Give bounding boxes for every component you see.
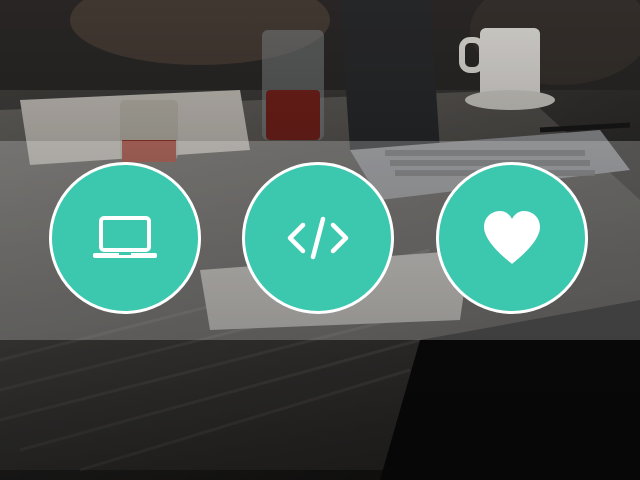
laptop-icon: [90, 213, 160, 263]
hero-banner: [0, 0, 640, 480]
code-feature-button[interactable]: [242, 162, 394, 314]
heart-icon: [480, 209, 544, 267]
code-icon: [285, 213, 351, 263]
heart-feature-button[interactable]: [436, 162, 588, 314]
laptop-feature-button[interactable]: [49, 162, 201, 314]
